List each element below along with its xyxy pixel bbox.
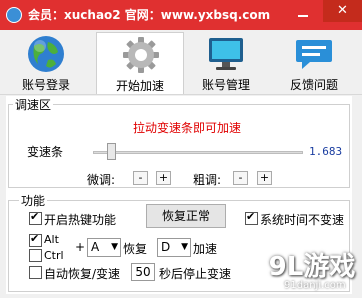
tab-feedback[interactable]: 反馈问题 [270,32,358,94]
tab-label: 反馈问题 [289,78,338,92]
chevron-down-icon: ▼ [111,242,118,252]
speed-value: 1.683 [309,145,343,158]
restore-normal-button[interactable]: 恢复正常 [146,204,226,228]
tab-start-speed[interactable]: 开始加速 [96,32,184,94]
tab-label: 开始加速 [115,79,164,93]
chevron-down-icon: ▼ [181,242,188,252]
fine-minus-button[interactable]: - [133,171,148,185]
auto-label: 自动恢复/变速 [44,267,121,281]
watermark-site: 91danji.com [284,280,346,291]
speed-slider-track[interactable] [93,151,303,154]
function-group-legend: 功能 [19,192,48,209]
plus-sign: + [75,240,86,254]
tab-label: 账号管理 [201,78,250,92]
close-button[interactable]: ✕ [323,0,362,22]
monitor-icon [209,38,243,70]
speed-slider-thumb[interactable] [107,143,116,160]
hotkey-checkbox[interactable] [29,210,42,225]
window-title: 会员：xuchao2 官网：www.yxbsq.com [28,8,271,22]
auto-checkbox[interactable] [29,266,42,279]
title-bar: 会员：xuchao2 官网：www.yxbsq.com ✕ [0,0,362,30]
watermark-logo: 9L游戏 [268,252,356,282]
coarse-plus-button[interactable]: + [257,171,272,185]
ctrl-checkbox[interactable] [29,249,42,262]
toolbar: 账号登录 开始加速 账号管理 反馈问题 [0,30,362,95]
gear-icon [123,37,159,73]
restore-key-label: 恢复 [123,242,148,256]
systime-checkbox[interactable] [245,210,258,225]
accel-key-select[interactable]: D ▼ [157,238,191,257]
speed-hint: 拉动变速条即可加速 [133,121,242,135]
minimize-button[interactable] [297,8,309,20]
fine-plus-button[interactable]: + [156,171,171,185]
accel-key-value: D [161,240,171,254]
alt-label: Alt [44,233,59,246]
watermark: 9L游戏 91danji.com [262,246,362,298]
systime-label: 系统时间不变速 [260,213,345,227]
speed-group: 调速区 拉动变速条即可加速 变速条 1.683 微调: - + 粗调: - + [8,96,350,188]
app-icon [6,7,22,23]
tab-account-login[interactable]: 账号登录 [2,32,90,94]
seconds-input[interactable]: 50 [131,263,155,281]
seconds-label: 秒后停止变速 [159,267,232,281]
restore-key-value: A [91,240,100,254]
slider-label: 变速条 [27,145,64,159]
ctrl-label: Ctrl [44,249,64,262]
fine-label: 微调: [87,173,116,187]
hotkey-label: 开启热键功能 [44,213,117,227]
alt-checkbox[interactable] [29,232,42,247]
chat-icon [296,40,332,69]
coarse-minus-button[interactable]: - [233,171,248,185]
speed-group-legend: 调速区 [13,96,54,113]
globe-icon [28,36,64,72]
accel-key-label: 加速 [193,242,218,256]
restore-key-select[interactable]: A ▼ [87,238,121,257]
tab-label: 账号登录 [21,78,70,92]
coarse-label: 粗调: [193,173,222,187]
tab-account-manage[interactable]: 账号管理 [182,32,270,94]
